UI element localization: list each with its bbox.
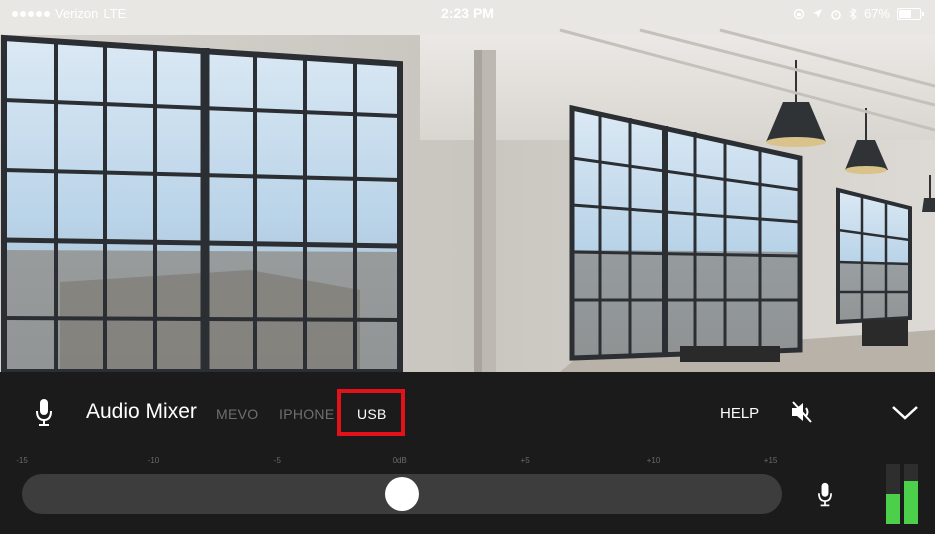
- status-bar: Verizon LTE 2:23 PM 67%: [0, 0, 935, 24]
- battery-percent: 67%: [863, 6, 890, 21]
- gain-slider-handle[interactable]: [385, 477, 419, 511]
- level-meter-right: [904, 464, 918, 524]
- usb-highlight-box: [337, 389, 405, 436]
- lock-rotation-icon: [793, 8, 805, 19]
- level-meter-left: [886, 464, 900, 524]
- gain-tick: -10: [147, 456, 160, 465]
- source-tab-iphone[interactable]: IPHONE: [279, 406, 334, 422]
- right-window: [836, 187, 912, 325]
- mevo-app-screen: Verizon LTE 2:23 PM 67% Audio Mixer MEVO…: [0, 0, 935, 534]
- microphone-icon[interactable]: [34, 398, 54, 428]
- gain-tick: +10: [646, 456, 661, 465]
- gain-tick: 0dB: [392, 456, 407, 465]
- speaker-mute-icon[interactable]: [790, 399, 814, 425]
- location-arrow-icon: [812, 9, 822, 18]
- gain-tick: +5: [520, 456, 530, 465]
- gain-slider-track[interactable]: [22, 474, 782, 514]
- gain-tick: -15: [16, 456, 28, 465]
- source-tab-mevo[interactable]: MEVO: [216, 406, 258, 422]
- alarm-icon: [831, 9, 841, 20]
- microphone-input-icon[interactable]: [816, 482, 834, 508]
- camera-preview: [0, 0, 935, 372]
- bluetooth-icon: [849, 7, 857, 20]
- gain-scale: -15 -10 -5 0dB +5 +10 +15: [16, 456, 782, 468]
- panel-title: Audio Mixer: [86, 400, 197, 423]
- gain-tick: +15: [763, 456, 778, 465]
- status-bar-right: 67%: [793, 6, 924, 21]
- chevron-down-icon[interactable]: [891, 405, 919, 421]
- audio-mixer-panel: Audio Mixer MEVO IPHONE USB HELP -15 -10…: [0, 372, 935, 534]
- left-window: [1, 34, 403, 372]
- gain-tick: -5: [273, 456, 281, 465]
- audio-level-meter: [886, 464, 920, 524]
- battery-icon: [897, 7, 924, 20]
- help-button[interactable]: HELP: [720, 405, 759, 422]
